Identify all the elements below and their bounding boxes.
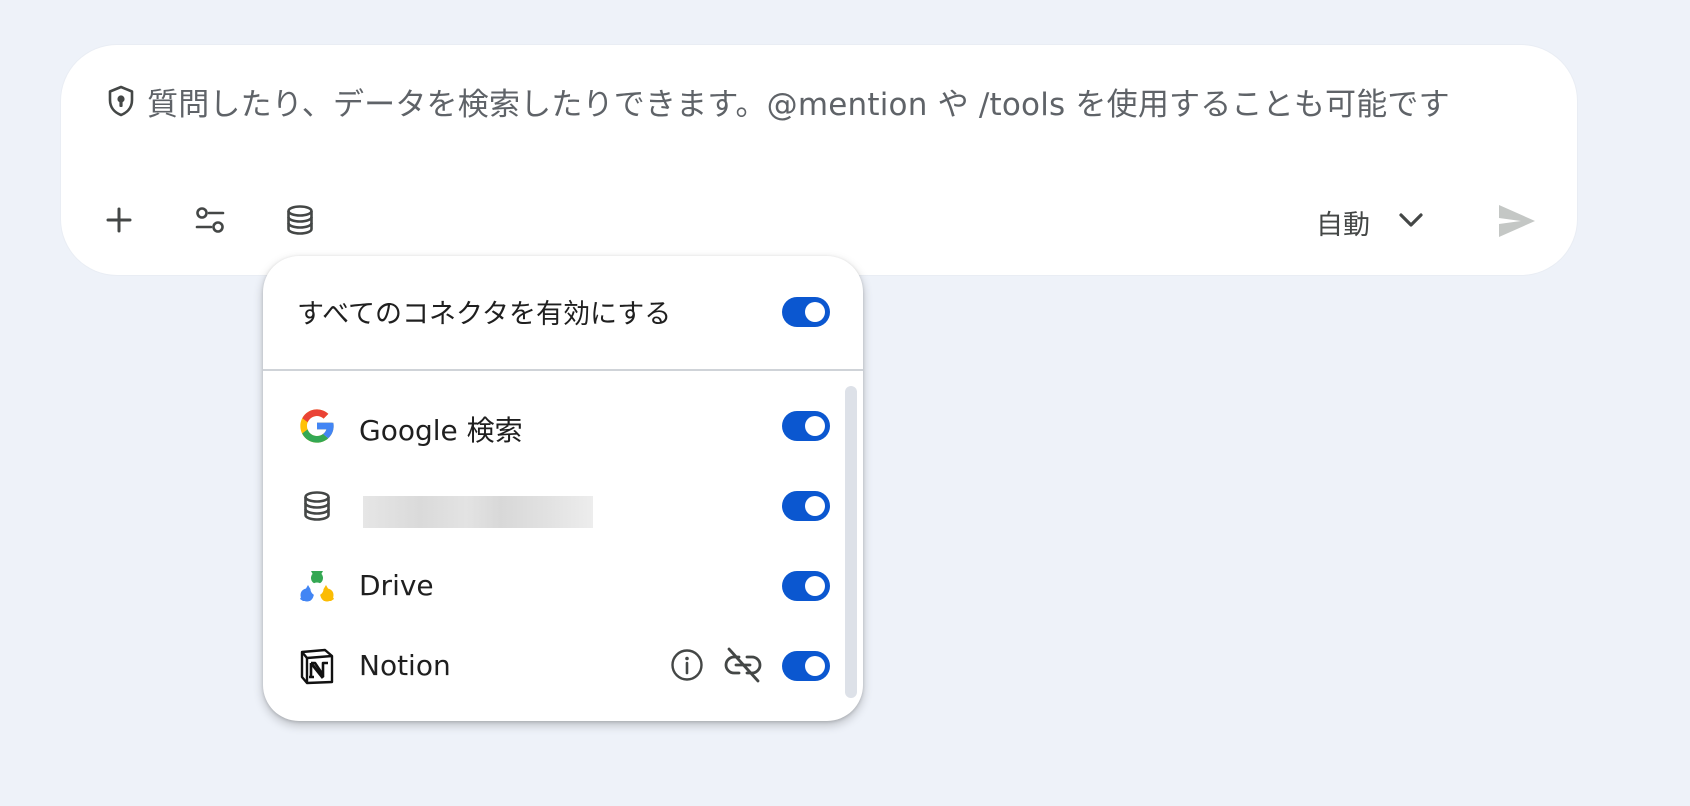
send-icon [1497,203,1537,243]
notion-info-button[interactable] [668,648,706,686]
enable-all-row: すべてのコネクタを有効にする [263,256,863,371]
connector-row-google-search: Google 検索 [263,396,843,456]
chevron-down-icon [1398,211,1424,233]
toggle-knob [805,416,825,436]
connector-row-notion: Notion [263,636,843,696]
redacted-connector-name [363,496,593,528]
toggle-knob [805,496,825,516]
unlink-icon [723,645,763,689]
database-icon [297,486,337,526]
model-selector[interactable]: 自動 [1316,194,1424,250]
info-icon [670,648,704,686]
drive-icon [297,566,337,606]
notion-icon [297,646,337,686]
connector-toggle-google-search[interactable] [782,411,830,441]
prompt-placeholder: 質問したり、データを検索したりできます。@mention や /tools を使… [147,86,1450,123]
toggle-knob [805,576,825,596]
prompt-input[interactable]: 質問したり、データを検索したりできます。@mention や /tools を使… [105,81,1450,123]
connector-toggle-notion[interactable] [782,651,830,681]
connector-toggle-drive[interactable] [782,571,830,601]
notion-unlink-button[interactable] [723,645,763,689]
send-button[interactable] [1487,193,1547,253]
connector-toggle-data-source[interactable] [782,491,830,521]
connector-name: Drive [359,569,434,602]
enable-all-toggle[interactable] [782,297,830,327]
chat-composer: 質問したり、データを検索したりできます。@mention や /tools を使… [61,45,1577,275]
connector-name: Notion [359,649,451,682]
shield-lock-icon [105,85,137,117]
add-button[interactable] [91,194,147,250]
database-icon [285,204,315,240]
toggle-knob [805,656,825,676]
connector-row-drive: Drive [263,556,843,616]
tune-icon [194,205,226,239]
data-sources-button[interactable] [272,194,328,250]
connector-row-data-source [263,476,843,536]
google-g-icon [297,406,337,446]
plus-icon [105,206,133,238]
scrollbar[interactable] [845,386,857,698]
connectors-popup: すべてのコネクタを有効にする Google 検索 Drive Notion [263,256,863,721]
tools-button[interactable] [182,194,238,250]
toggle-knob [805,302,825,322]
connector-name: Google 検索 [359,414,523,447]
enable-all-label: すべてのコネクタを有効にする [297,299,672,330]
model-selector-label: 自動 [1316,209,1370,241]
